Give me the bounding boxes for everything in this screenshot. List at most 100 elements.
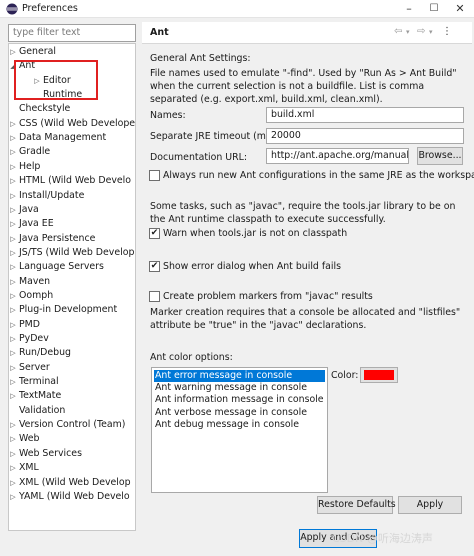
collapsed-arrow-icon[interactable]: ▷ xyxy=(9,117,17,131)
tree-item[interactable]: ▷ Java EE xyxy=(9,217,135,231)
tree-item[interactable]: ▷ CSS (Wild Web Develope xyxy=(9,117,135,131)
tree-item[interactable]: ▷ TextMate xyxy=(9,389,135,403)
collapsed-arrow-icon[interactable]: ▷ xyxy=(9,203,17,217)
tree-item[interactable]: ▷ PyDev xyxy=(9,332,135,346)
color-list-item[interactable]: Ant information message in console xyxy=(154,394,324,406)
tree-item[interactable]: ▷ General xyxy=(9,45,135,59)
restore-defaults-button[interactable]: Restore Defaults xyxy=(317,496,396,514)
color-options-list[interactable]: Ant error message in console Ant warning … xyxy=(151,367,328,493)
problem-markers-checkbox[interactable] xyxy=(149,291,160,302)
collapsed-arrow-icon[interactable]: ▷ xyxy=(9,174,17,188)
tree-item-label: YAML (Wild Web Develo xyxy=(19,490,130,502)
tree-item-label: Run/Debug xyxy=(19,347,71,359)
chevron-down-icon[interactable]: ▾ xyxy=(406,28,410,36)
always-run-checkbox[interactable] xyxy=(149,170,160,181)
tree-item[interactable]: ▷ Help xyxy=(9,160,135,174)
collapsed-arrow-icon[interactable]: ▷ xyxy=(9,346,17,360)
window-titlebar: Preferences – ☐ ✕ xyxy=(0,0,474,18)
tree-item-label: Data Management xyxy=(19,132,107,144)
names-label: Names: xyxy=(150,110,186,121)
collapsed-arrow-icon[interactable]: ▷ xyxy=(9,289,17,303)
tree-item-label: Version Control (Team) xyxy=(19,419,126,431)
filter-input[interactable]: type filter text xyxy=(8,24,136,42)
collapsed-arrow-icon[interactable]: ▷ xyxy=(9,461,17,475)
collapsed-arrow-icon[interactable]: ▷ xyxy=(9,490,17,504)
collapsed-arrow-icon[interactable]: ▷ xyxy=(9,160,17,174)
tree-item[interactable]: ▷ Install/Update xyxy=(9,189,135,203)
marker-description: Marker creation requires that a console … xyxy=(150,307,461,331)
collapsed-arrow-icon[interactable]: ▷ xyxy=(9,447,17,461)
tree-item-label: Java xyxy=(19,203,39,215)
tree-item[interactable]: ▷ XML (Wild Web Develop xyxy=(9,476,135,490)
minimize-icon[interactable]: – xyxy=(398,0,420,18)
collapsed-arrow-icon[interactable]: ▷ xyxy=(9,246,17,260)
tree-item[interactable]: ▷ HTML (Wild Web Develo xyxy=(9,174,135,188)
collapsed-arrow-icon[interactable]: ▷ xyxy=(9,189,17,203)
tree-item[interactable]: ▷ Run/Debug xyxy=(9,346,135,360)
tree-item[interactable]: ▷ Web Services xyxy=(9,447,135,461)
tree-item-label: Maven xyxy=(19,275,51,287)
collapsed-arrow-icon[interactable]: ▷ xyxy=(9,432,17,446)
tree-item[interactable]: ▷ Maven xyxy=(9,275,135,289)
tree-item[interactable]: ▷ Gradle xyxy=(9,145,135,159)
collapsed-arrow-icon[interactable]: ▷ xyxy=(9,361,17,375)
tree-item[interactable]: ▷ Java Persistence xyxy=(9,232,135,246)
collapsed-arrow-icon[interactable]: ▷ xyxy=(9,318,17,332)
tree-item[interactable]: Validation xyxy=(9,404,135,418)
tree-item-label: General xyxy=(19,46,56,57)
color-picker-button[interactable] xyxy=(360,367,398,383)
collapsed-arrow-icon[interactable]: ▷ xyxy=(9,275,17,289)
collapsed-arrow-icon[interactable]: ▷ xyxy=(9,332,17,346)
collapsed-arrow-icon[interactable]: ▷ xyxy=(9,476,17,490)
chevron-down-icon[interactable]: ▾ xyxy=(429,28,433,36)
collapsed-arrow-icon[interactable]: ▷ xyxy=(9,389,17,403)
tree-item-label: XML (Wild Web Develop xyxy=(19,476,131,488)
show-error-checkbox[interactable]: ✔ xyxy=(149,261,160,272)
tree-item[interactable]: ▷ Data Management xyxy=(9,131,135,145)
preferences-tree: ▷ General ◢ Ant ▷ Editor Runtime Checkstyle ▷ CSS… xyxy=(8,43,136,531)
collapsed-arrow-icon[interactable]: ▷ xyxy=(9,131,17,145)
warn-tools-checkbox[interactable]: ✔ xyxy=(149,228,160,239)
tree-item[interactable]: ▷ Language Servers xyxy=(9,260,135,274)
forward-arrow-icon[interactable]: ⇨ xyxy=(417,26,425,37)
timeout-field[interactable]: 20000 xyxy=(266,128,464,144)
maximize-icon[interactable]: ☐ xyxy=(423,0,445,18)
tree-item[interactable]: ▷ Java xyxy=(9,203,135,217)
color-swatch xyxy=(364,370,394,380)
tree-item-label: Checkstyle xyxy=(19,103,71,115)
collapsed-arrow-icon[interactable]: ▷ xyxy=(9,145,17,159)
tree-item[interactable]: ▷ XML xyxy=(9,461,135,475)
collapsed-arrow-icon[interactable]: ▷ xyxy=(9,217,17,231)
tree-item-label: Gradle xyxy=(19,146,51,158)
view-menu-icon[interactable]: ⋮ xyxy=(442,26,452,37)
apply-button[interactable]: Apply xyxy=(398,496,462,514)
close-icon[interactable]: ✕ xyxy=(449,0,471,18)
names-field[interactable]: build.xml xyxy=(266,107,464,123)
collapsed-arrow-icon[interactable]: ▷ xyxy=(9,303,17,317)
tree-item[interactable]: ▷ Version Control (Team) xyxy=(9,418,135,432)
collapsed-arrow-icon[interactable]: ▷ xyxy=(9,260,17,274)
color-list-item[interactable]: Ant warning message in console xyxy=(154,382,307,394)
collapsed-arrow-icon[interactable]: ▷ xyxy=(9,45,17,59)
tree-item[interactable]: ▷ Plug-in Development xyxy=(9,303,135,317)
color-list-item[interactable]: Ant debug message in console xyxy=(154,419,299,431)
tree-item[interactable]: ▷ PMD xyxy=(9,318,135,332)
color-list-item[interactable]: Ant error message in console xyxy=(154,370,325,382)
tree-item[interactable]: ▷ JS/TS (Wild Web Develop xyxy=(9,246,135,260)
color-options-label: Ant color options: xyxy=(150,352,233,363)
tree-item[interactable]: ▷ YAML (Wild Web Develo xyxy=(9,490,135,504)
collapsed-arrow-icon[interactable]: ▷ xyxy=(9,418,17,432)
tree-item[interactable]: Checkstyle xyxy=(9,102,135,116)
back-arrow-icon[interactable]: ⇦ xyxy=(394,26,402,37)
tree-item[interactable]: ▷ Terminal xyxy=(9,375,135,389)
collapsed-arrow-icon[interactable]: ▷ xyxy=(9,375,17,389)
doc-url-field[interactable]: http://ant.apache.org/manual xyxy=(266,148,409,164)
tree-item[interactable]: ▷ Web xyxy=(9,432,135,446)
tree-item[interactable]: ▷ Server xyxy=(9,361,135,375)
timeout-label: Separate JRE timeout (ms): xyxy=(150,131,278,142)
tree-item[interactable]: ▷ Oomph xyxy=(9,289,135,303)
browse-button[interactable]: Browse... xyxy=(417,147,463,165)
color-list-item[interactable]: Ant verbose message in console xyxy=(154,407,307,419)
find-description: File names used to emulate "-find". Used… xyxy=(150,68,457,105)
collapsed-arrow-icon[interactable]: ▷ xyxy=(9,232,17,246)
